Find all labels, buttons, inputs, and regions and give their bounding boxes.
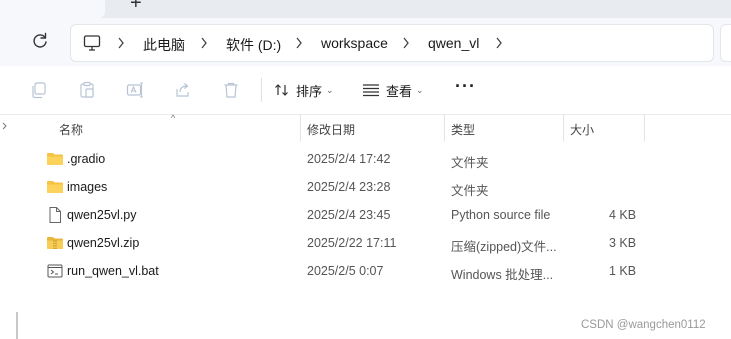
file-row[interactable]: qwen25vl.py 2025/2/4 23:45 Python source… [0, 201, 731, 229]
column-type[interactable]: 类型 [451, 121, 475, 138]
chevron-right-icon[interactable] [401, 35, 411, 51]
sort-icon [275, 84, 288, 96]
view-label: 查看 [386, 83, 413, 99]
active-tab[interactable]: ✕ [0, 0, 105, 18]
file-size: 3 KB [609, 236, 637, 250]
folder-icon [47, 181, 63, 193]
chevron-right-icon[interactable] [494, 35, 504, 51]
breadcrumb-qwen-vl[interactable]: qwen_vl [428, 35, 479, 51]
file-modified: 2025/2/4 17:42 [307, 152, 391, 166]
tab-strip: ✕ + [0, 0, 731, 18]
breadcrumb-workspace[interactable]: workspace [321, 35, 388, 51]
view-icon [363, 84, 379, 97]
file-row[interactable]: images 2025/2/4 23:28 文件夹 [0, 173, 731, 201]
file-name: .gradio [67, 152, 106, 166]
file-type: Python source file [451, 208, 551, 222]
sort-ascending-icon: ^ [171, 113, 176, 123]
file-type: Windows 批处理... [451, 268, 554, 282]
file-row[interactable]: run_qwen_vl.bat 2025/2/5 0:07 Windows 批处… [0, 257, 731, 285]
search-box[interactable] [720, 24, 731, 62]
file-name: run_qwen_vl.bat [67, 264, 159, 278]
rename-icon[interactable] [126, 81, 144, 99]
file-type: 文件夹 [451, 184, 489, 198]
share-icon[interactable] [174, 81, 192, 99]
copy-icon[interactable] [30, 81, 48, 99]
zip-folder-icon [47, 237, 63, 249]
file-size: 4 KB [609, 208, 637, 222]
file-name: qwen25vl.zip [67, 236, 140, 250]
file-type: 文件夹 [451, 156, 489, 170]
file-type: 压缩(zipped)文件... [451, 240, 557, 254]
chevron-right-icon [2, 122, 7, 130]
batch-file-icon [47, 264, 63, 278]
file-name: images [67, 180, 108, 194]
watermark: CSDN @wangchen0112 [581, 319, 706, 331]
paste-icon[interactable] [78, 81, 96, 99]
address-bar[interactable]: 此电脑 软件 (D:) workspace qwen_vl [70, 24, 714, 62]
sort-button[interactable]: 排序 ⌄ [274, 78, 334, 102]
file-row[interactable]: .gradio 2025/2/4 17:42 文件夹 [0, 145, 731, 173]
plus-icon[interactable]: + [130, 0, 142, 15]
column-divider[interactable] [644, 114, 645, 142]
file-name: qwen25vl.py [67, 208, 137, 222]
column-size[interactable]: 大小 [570, 121, 594, 138]
file-modified: 2025/2/22 17:11 [307, 236, 397, 250]
column-divider[interactable] [563, 114, 564, 142]
refresh-icon[interactable] [30, 31, 50, 51]
file-size: 1 KB [609, 264, 637, 278]
delete-icon[interactable] [222, 81, 240, 99]
chevron-right-icon[interactable] [116, 35, 126, 51]
view-button[interactable]: 查看 ⌄ [362, 78, 424, 102]
chevron-down-icon: ⌄ [326, 84, 334, 95]
file-row[interactable]: qwen25vl.zip 2025/2/22 17:11 压缩(zipped)文… [0, 229, 731, 257]
chevron-right-icon[interactable] [199, 35, 209, 51]
close-icon[interactable]: ✕ [86, 0, 99, 3]
chevron-right-icon[interactable] [294, 35, 304, 51]
breadcrumb-this-pc[interactable]: 此电脑 [143, 35, 185, 55]
breadcrumb-drive-d[interactable]: 软件 (D:) [226, 35, 281, 55]
computer-icon [83, 35, 101, 51]
file-modified: 2025/2/4 23:28 [307, 180, 391, 194]
folder-icon [47, 153, 63, 165]
toolbar-divider [261, 78, 262, 102]
column-modified[interactable]: 修改日期 [307, 121, 355, 138]
scrollbar[interactable] [16, 312, 18, 339]
command-bar: 排序 ⌄ 查看 ⌄ ··· [0, 66, 731, 115]
navigation-bar: 此电脑 软件 (D:) workspace qwen_vl [0, 18, 731, 66]
file-modified: 2025/2/4 23:45 [307, 208, 391, 222]
file-modified: 2025/2/5 0:07 [307, 264, 384, 278]
file-icon [49, 207, 61, 223]
sort-label: 排序 [296, 83, 323, 99]
column-divider[interactable] [300, 114, 301, 142]
more-options-button[interactable]: ··· [455, 76, 476, 97]
column-name[interactable]: 名称 [59, 121, 83, 138]
chevron-down-icon: ⌄ [416, 84, 424, 95]
column-divider[interactable] [444, 114, 445, 142]
column-header: ^ 名称 修改日期 类型 大小 [0, 113, 731, 142]
